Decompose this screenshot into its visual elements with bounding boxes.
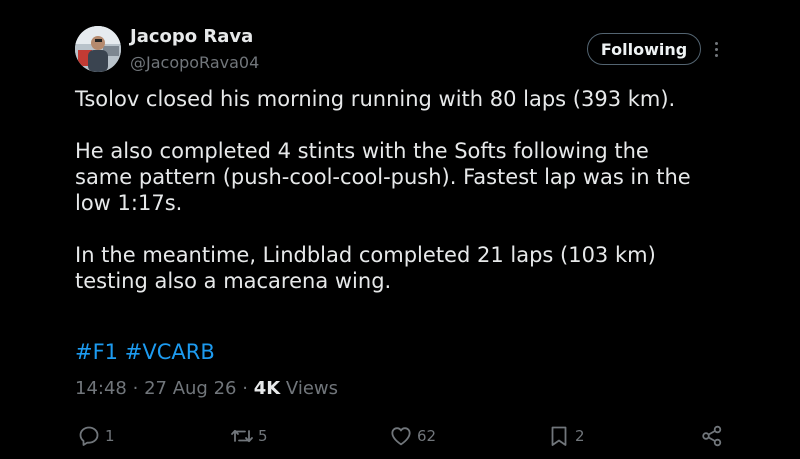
bookmark-count: 2 [575,427,585,445]
like-button[interactable]: 62 [389,421,436,451]
avatar[interactable] [75,26,121,72]
repost-button[interactable]: 5 [230,421,268,451]
views-label: Views [285,378,338,399]
bookmark-icon [551,426,567,446]
reply-button[interactable]: 1 [77,421,115,451]
tweet-time[interactable]: 14:48 [75,378,127,399]
views-count: 4K [253,378,281,399]
repost-icon [231,429,253,443]
tweet-date[interactable]: 27 Aug 26 [144,378,236,399]
hashtags: #F1 #VCARB [75,339,215,365]
tweet-paragraph: Tsolov closed his morning running with 8… [75,87,676,111]
author-handle[interactable]: @JacopoRava04 [130,53,259,72]
tweet-meta: 14:48 · 27 Aug 26 · 4K Views [75,377,338,401]
profile-photo-icon [75,26,121,72]
share-icon [702,425,722,447]
meta-separator: · [242,378,248,399]
author-name[interactable]: Jacopo Rava [130,26,253,47]
reply-count: 1 [105,427,115,445]
tweet-text: Tsolov closed his morning running with 8… [75,86,765,320]
following-button[interactable]: Following [587,33,701,65]
reply-icon [79,426,99,446]
action-bar: 1 5 62 2 [0,421,800,451]
following-button-label: Following [600,39,688,59]
share-button[interactable] [700,421,724,451]
heart-icon [391,427,411,446]
more-vertical-icon[interactable] [709,38,723,60]
tweet-paragraph: He also completed 4 stints with the Soft… [75,139,691,215]
bookmark-button[interactable]: 2 [547,421,585,451]
repost-count: 5 [258,427,268,445]
tweet-paragraph: In the meantime, Lindblad completed 21 l… [75,243,656,293]
hashtag-link[interactable]: #VCARB [125,340,215,364]
meta-separator: · [132,378,139,399]
like-count: 62 [417,427,437,445]
hashtag-link[interactable]: #F1 [75,340,118,364]
